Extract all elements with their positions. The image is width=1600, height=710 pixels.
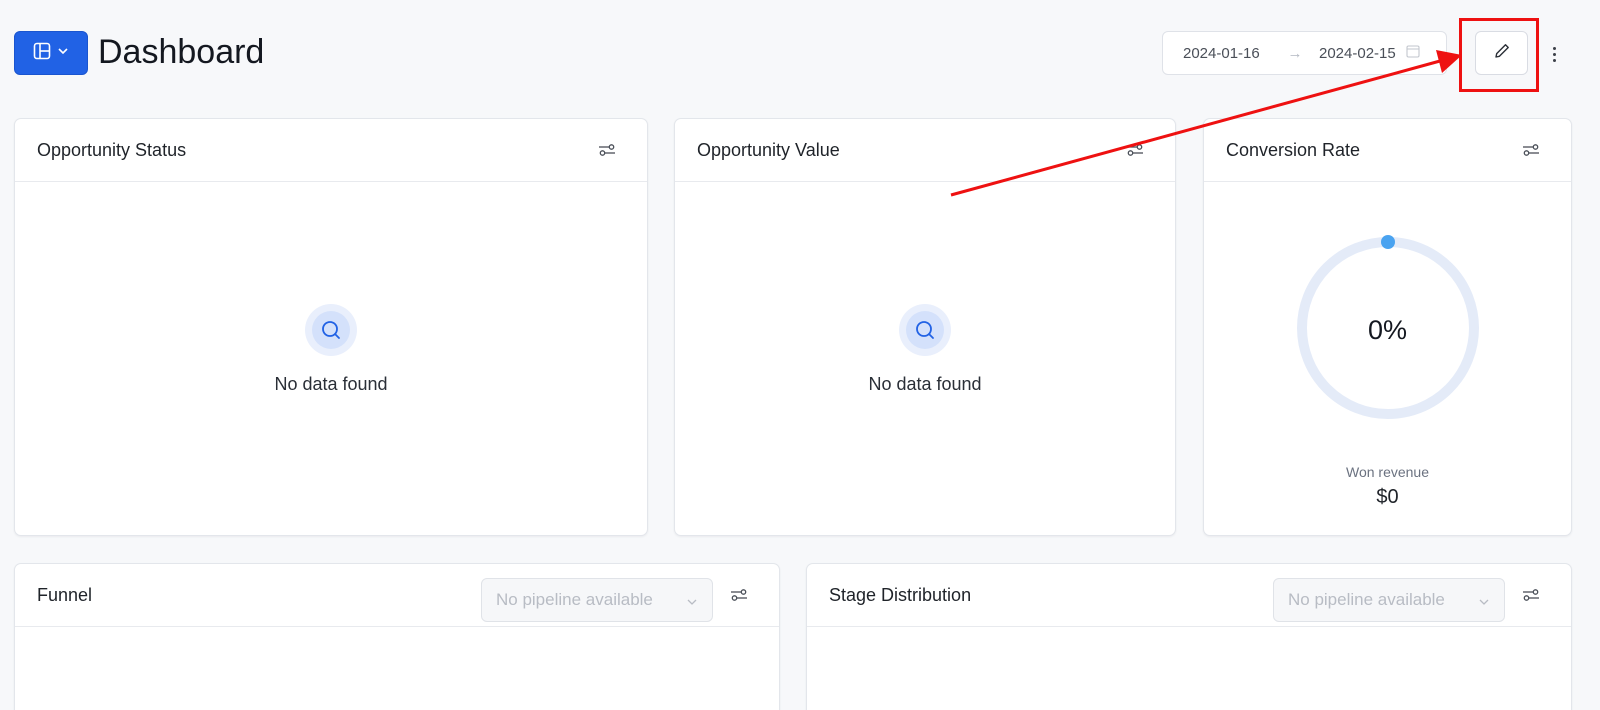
more-vertical-icon: [1552, 46, 1556, 50]
card-header: Opportunity Status: [15, 119, 647, 182]
chevron-down-icon: [1478, 593, 1490, 613]
empty-state: No data found: [15, 304, 647, 395]
won-revenue-label: Won revenue: [1345, 464, 1429, 480]
card-title: Stage Distribution: [829, 584, 972, 605]
date-separator-arrow: →: [1287, 44, 1303, 62]
card-header: Funnel No pipeline available: [15, 564, 779, 627]
page-title: Dashboard: [98, 33, 265, 71]
search-icon: [305, 304, 357, 356]
chevron-down-icon: [686, 593, 698, 613]
pipeline-select[interactable]: No pipeline available: [1273, 578, 1505, 622]
filter-settings-icon[interactable]: [1521, 585, 1541, 605]
conversion-rate-value: 0%: [1367, 315, 1408, 345]
annotation-highlight-box: [1459, 18, 1539, 92]
chevron-down-icon: [57, 44, 69, 62]
opportunity-value-card: Opportunity Value No data found: [674, 118, 1176, 536]
pipeline-select-placeholder: No pipeline available: [1288, 590, 1445, 609]
opportunity-status-card: Opportunity Status No data found: [14, 118, 648, 536]
empty-state-text: No data found: [868, 374, 982, 394]
filter-settings-icon[interactable]: [729, 585, 749, 605]
card-title: Opportunity Value: [697, 139, 840, 160]
stage-distribution-card: Stage Distribution No pipeline available: [806, 563, 1572, 710]
conversion-rate-card: Conversion Rate 0% Won revenue $0: [1203, 118, 1572, 536]
layout-icon: [33, 42, 51, 65]
card-header: Conversion Rate: [1204, 119, 1571, 182]
card-header: Opportunity Value: [675, 119, 1175, 182]
filter-settings-icon[interactable]: [1521, 140, 1541, 160]
funnel-card: Funnel No pipeline available: [14, 563, 780, 710]
date-end[interactable]: 2024-02-15: [1319, 45, 1404, 62]
date-start[interactable]: 2024-01-16: [1183, 45, 1281, 62]
dashboard-page: Dashboard 2024-01-16 → 2024-02-15 Opport…: [0, 0, 1600, 710]
card-title: Funnel: [37, 584, 93, 605]
card-title: Opportunity Status: [37, 139, 187, 160]
filter-settings-icon[interactable]: [597, 140, 617, 160]
search-icon: [899, 304, 951, 356]
calendar-icon: [1406, 44, 1420, 62]
card-header: Stage Distribution No pipeline available: [807, 564, 1571, 627]
gauge-progress-dot: [1380, 235, 1395, 249]
filter-settings-icon[interactable]: [1125, 140, 1145, 160]
won-revenue-value: $0: [1376, 486, 1399, 508]
card-title: Conversion Rate: [1226, 139, 1361, 160]
pipeline-select-placeholder: No pipeline available: [496, 590, 653, 609]
empty-state-text: No data found: [274, 374, 388, 394]
empty-state: No data found: [675, 304, 1175, 395]
date-range-picker[interactable]: 2024-01-16 → 2024-02-15: [1162, 31, 1447, 75]
layout-switcher-button[interactable]: [14, 31, 88, 75]
more-options-button[interactable]: [1546, 40, 1562, 68]
pipeline-select[interactable]: No pipeline available: [481, 578, 713, 622]
